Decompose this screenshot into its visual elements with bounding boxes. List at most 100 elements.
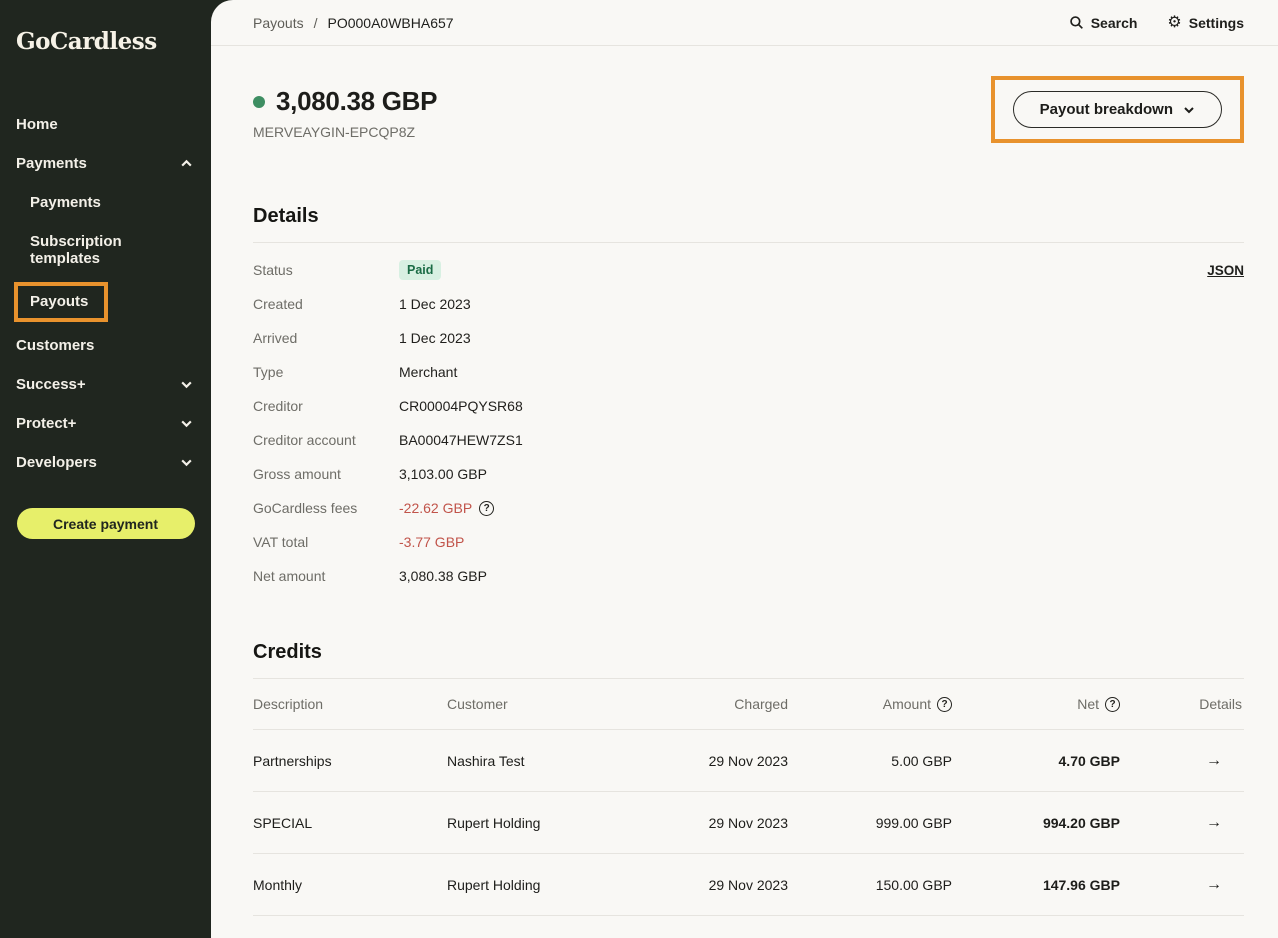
- credit-net: 4.70 GBP: [1059, 753, 1120, 769]
- breadcrumb-payouts-link[interactable]: Payouts: [253, 15, 304, 31]
- sidebar-nav: Home Payments Payments Subscription temp…: [0, 105, 211, 482]
- credit-customer: Rupert Holding: [447, 815, 697, 831]
- gear-icon: ⚙: [1167, 15, 1181, 31]
- credit-description: Monthly: [253, 877, 447, 893]
- detail-value: 1 Dec 2023: [399, 330, 471, 346]
- breadcrumb-separator: /: [314, 15, 318, 31]
- page-content: 3,080.38 GBP MERVEAYGIN-EPCQP8Z Payout b…: [211, 46, 1278, 916]
- settings-label: Settings: [1189, 15, 1244, 31]
- detail-row-arrived: Arrived 1 Dec 2023: [253, 321, 1244, 355]
- credit-charged: 29 Nov 2023: [709, 877, 788, 893]
- payout-breakdown-button[interactable]: Payout breakdown: [1013, 91, 1222, 128]
- row-arrow-icon[interactable]: →: [1206, 876, 1244, 894]
- gocardless-logo: GoCardless: [0, 28, 211, 55]
- status-dot-icon: [253, 96, 265, 108]
- payout-reference: MERVEAYGIN-EPCQP8Z: [253, 124, 437, 140]
- detail-label: VAT total: [253, 534, 399, 550]
- detail-label: Type: [253, 364, 399, 380]
- credit-amount: 150.00 GBP: [876, 877, 952, 893]
- credit-row[interactable]: Monthly Rupert Holding 29 Nov 2023 150.0…: [253, 854, 1244, 916]
- sidebar-item-protect-plus[interactable]: Protect+: [0, 404, 211, 443]
- payout-breakdown-label: Payout breakdown: [1040, 101, 1173, 118]
- details-section: Details Status Paid JSON Created 1 Dec 2…: [253, 205, 1244, 593]
- credit-charged: 29 Nov 2023: [709, 815, 788, 831]
- detail-row-gross-amount: Gross amount 3,103.00 GBP: [253, 457, 1244, 491]
- credit-row[interactable]: SPECIAL Rupert Holding 29 Nov 2023 999.0…: [253, 792, 1244, 854]
- col-header-charged: Charged: [734, 696, 788, 712]
- sidebar-item-developers[interactable]: Developers: [0, 443, 211, 482]
- sidebar-item-label: Developers: [16, 454, 97, 471]
- detail-row-created: Created 1 Dec 2023: [253, 287, 1244, 321]
- chevron-down-icon: [180, 417, 193, 430]
- row-arrow-icon[interactable]: →: [1206, 752, 1244, 770]
- col-header-description: Description: [253, 696, 447, 712]
- payout-header: 3,080.38 GBP MERVEAYGIN-EPCQP8Z Payout b…: [253, 76, 1244, 143]
- sidebar-item-subscription-templates[interactable]: Subscription templates: [0, 222, 211, 278]
- credit-amount: 999.00 GBP: [876, 815, 952, 831]
- detail-label: GoCardless fees: [253, 500, 399, 516]
- sidebar-item-customers[interactable]: Customers: [0, 326, 211, 365]
- detail-value: 3,080.38 GBP: [399, 568, 487, 584]
- search-label: Search: [1091, 15, 1138, 31]
- detail-label: Creditor account: [253, 432, 399, 448]
- breadcrumb: Payouts / PO000A0WBHA657: [253, 15, 454, 31]
- col-header-amount: Amount ?: [883, 696, 952, 712]
- search-icon: [1069, 15, 1084, 30]
- credit-row[interactable]: Partnerships Nashira Test 29 Nov 2023 5.…: [253, 730, 1244, 792]
- detail-value: BA00047HEW7ZS1: [399, 432, 523, 448]
- detail-row-creditor-account: Creditor account BA00047HEW7ZS1: [253, 423, 1244, 457]
- chevron-down-icon: [180, 456, 193, 469]
- create-payment-button[interactable]: Create payment: [17, 508, 195, 539]
- detail-value: Merchant: [399, 364, 457, 380]
- credit-customer: Rupert Holding: [447, 877, 697, 893]
- divider: [253, 242, 1244, 243]
- sidebar-item-home[interactable]: Home: [0, 105, 211, 144]
- row-arrow-icon[interactable]: →: [1206, 814, 1244, 832]
- detail-label: Net amount: [253, 568, 399, 584]
- detail-label: Arrived: [253, 330, 399, 346]
- sidebar-item-payments-sub[interactable]: Payments: [0, 183, 211, 222]
- sidebar-item-label: Customers: [16, 337, 94, 354]
- detail-row-gocardless-fees: GoCardless fees -22.62 GBP ?: [253, 491, 1244, 525]
- credit-amount: 5.00 GBP: [891, 753, 952, 769]
- sidebar-item-payouts[interactable]: Payouts: [30, 293, 88, 310]
- sidebar-item-success-plus[interactable]: Success+: [0, 365, 211, 404]
- credits-section: Credits Description Customer Charged Amo…: [253, 641, 1244, 916]
- help-icon[interactable]: ?: [937, 697, 952, 712]
- detail-label: Created: [253, 296, 399, 312]
- sidebar-item-label: Payments: [30, 194, 101, 211]
- breadcrumb-current-payout-id: PO000A0WBHA657: [327, 15, 453, 31]
- highlight-box-payouts: Payouts: [14, 282, 108, 322]
- details-rows: Status Paid JSON Created 1 Dec 2023 Arri…: [253, 253, 1244, 593]
- highlight-box-payout-breakdown: Payout breakdown: [991, 76, 1244, 143]
- detail-row-status: Status Paid JSON: [253, 253, 1244, 287]
- detail-row-creditor: Creditor CR00004PQYSR68: [253, 389, 1244, 423]
- topbar: Payouts / PO000A0WBHA657 Search ⚙ Settin…: [211, 0, 1278, 46]
- sidebar-item-label: Subscription templates: [30, 233, 181, 267]
- detail-label: Status: [253, 262, 399, 278]
- sidebar-item-label: Success+: [16, 376, 86, 393]
- detail-row-net-amount: Net amount 3,080.38 GBP: [253, 559, 1244, 593]
- col-header-details: Details: [1199, 696, 1244, 712]
- topbar-actions: Search ⚙ Settings: [1069, 15, 1244, 31]
- help-icon[interactable]: ?: [1105, 697, 1120, 712]
- details-title: Details: [253, 205, 1244, 228]
- col-header-net: Net ?: [1077, 696, 1120, 712]
- chevron-down-icon: [180, 378, 193, 391]
- detail-label: Creditor: [253, 398, 399, 414]
- sidebar: GoCardless Home Payments Payments Subscr…: [0, 0, 211, 938]
- sidebar-item-label: Protect+: [16, 415, 76, 432]
- payout-amount: 3,080.38 GBP: [276, 86, 437, 117]
- sidebar-item-label: Home: [16, 116, 58, 133]
- detail-value: -3.77 GBP: [399, 534, 464, 550]
- settings-button[interactable]: ⚙ Settings: [1167, 15, 1244, 31]
- main-panel: Payouts / PO000A0WBHA657 Search ⚙ Settin…: [211, 0, 1278, 938]
- json-link[interactable]: JSON: [1207, 263, 1244, 278]
- sidebar-item-label: Payments: [16, 155, 87, 172]
- detail-row-vat-total: VAT total -3.77 GBP: [253, 525, 1244, 559]
- sidebar-item-payments[interactable]: Payments: [0, 144, 211, 183]
- help-icon[interactable]: ?: [479, 501, 494, 516]
- detail-value: -22.62 GBP: [399, 500, 472, 516]
- search-button[interactable]: Search: [1069, 15, 1138, 31]
- col-header-customer: Customer: [447, 696, 697, 712]
